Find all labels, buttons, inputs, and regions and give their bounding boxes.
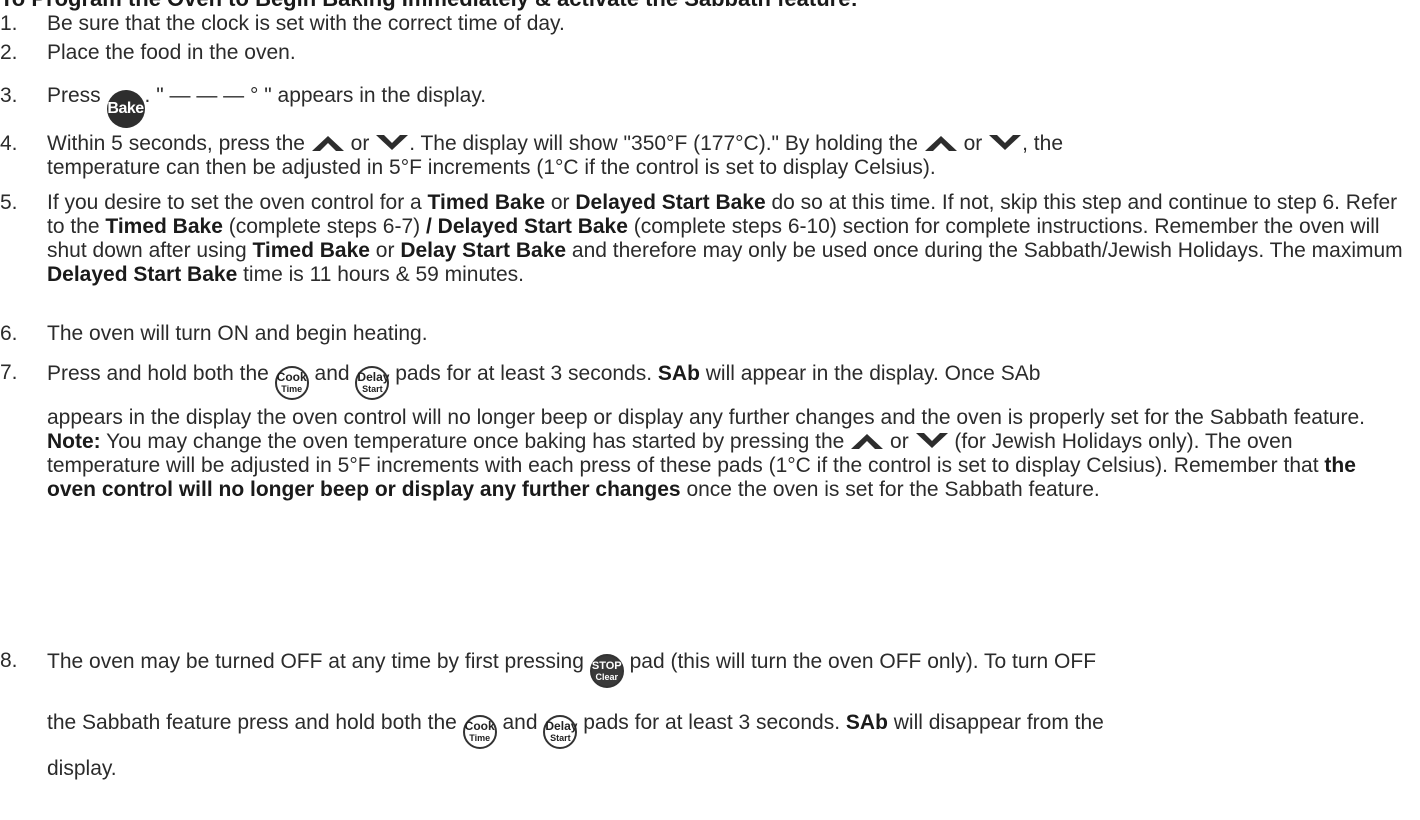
bake-pad-icon: Bake: [106, 90, 145, 128]
pad-label: Start: [362, 384, 383, 394]
step-number: 6.: [0, 322, 18, 345]
step-7-continuation: appears in the display the oven control …: [47, 406, 1365, 429]
text-run: the Sabbath feature press and hold both …: [47, 711, 457, 734]
text-run: or: [369, 239, 401, 262]
down-arrow-icon: [375, 134, 409, 152]
down-arrow-icon: [915, 432, 949, 450]
step-6: 6. The oven will turn ON and begin heati…: [0, 322, 1410, 346]
up-arrow-icon: [924, 134, 958, 152]
step-text-part: Press: [47, 84, 101, 107]
step-text: Place the food in the oven.: [47, 41, 296, 64]
step-text-part: temperature can then be adjusted in 5°F …: [47, 156, 936, 179]
step-number: 7.: [0, 361, 18, 384]
note-block: Note: You may change the oven temperatur…: [47, 430, 1410, 502]
cook-time-pad-icon: Cook Time: [462, 715, 497, 749]
text-run: The oven may be turned OFF at any time b…: [47, 650, 584, 673]
text-run: Press and hold both the: [47, 362, 269, 385]
step-1: 1. Be sure that the clock is set with th…: [0, 12, 1410, 36]
step-text-part: or: [350, 132, 370, 155]
step-text: The oven will turn ON and begin heating.: [47, 322, 428, 345]
step-3: 3. Press Bake. " — — — ° " appears in th…: [0, 84, 1410, 128]
text-run: (complete steps 6-7): [222, 215, 426, 238]
stop-clear-pad-icon: STOP Clear: [589, 654, 624, 688]
step-text: Within 5 seconds, press the or . The dis…: [47, 132, 1410, 180]
pad-label: STOP: [591, 660, 622, 672]
delay-start-pad-icon: Delay Start: [355, 366, 389, 400]
bold-term: / Delayed Start Bake: [425, 215, 628, 238]
text-run: or: [545, 191, 576, 214]
step-7-line: Press and hold both the Cook Time and Del…: [47, 353, 1410, 400]
bold-term: Delay Start Bake: [400, 239, 567, 262]
step-text-part: or: [963, 132, 983, 155]
text-run: pads for at least 3 seconds.: [395, 362, 653, 385]
down-arrow-icon: [988, 134, 1022, 152]
delay-start-pad-icon: Delay Start: [543, 715, 577, 749]
step-text: Be sure that the clock is set with the c…: [47, 12, 565, 35]
text-run: You may change the oven temperature once…: [106, 430, 845, 453]
step-5: 5. If you desire to set the oven control…: [0, 191, 1410, 287]
text-run: If you desire to set the oven control fo…: [47, 191, 428, 214]
text-run: or: [890, 430, 909, 453]
text-run: and therefore may only be used once duri…: [566, 239, 1403, 262]
text-run: time is 11 hours & 59 minutes.: [237, 263, 525, 286]
step-4: 4. Within 5 seconds, press the or . The …: [0, 132, 1410, 180]
pad-label: Time: [469, 733, 491, 743]
step-text-part: . " — — — ° " appears in the display.: [144, 84, 487, 107]
step-8-line: The oven may be turned OFF at any time b…: [47, 641, 1410, 688]
step-number: 5.: [0, 191, 18, 214]
step-text: Press Bake. " — — — ° " appears in the d…: [47, 84, 1410, 128]
pad-label: Start: [550, 733, 571, 743]
step-number: 3.: [0, 84, 18, 107]
step-text-part: Within 5 seconds, press the: [47, 132, 305, 155]
step-2: 2. Place the food in the oven.: [0, 41, 1410, 65]
text-run: once the oven is set for the Sabbath fea…: [686, 478, 1100, 501]
page-heading: To Program the Oven to Begin Baking Imme…: [0, 0, 858, 12]
step-7: 7. Press and hold both the Cook Time and …: [0, 361, 1410, 502]
instruction-page: To Program the Oven to Begin Baking Imme…: [0, 0, 1420, 820]
step-8-continuation: display.: [47, 757, 117, 780]
step-text: If you desire to set the oven control fo…: [47, 191, 1410, 287]
bold-term: Delayed Start Bake: [47, 263, 238, 286]
text-run: pads for at least 3 seconds.: [583, 711, 841, 734]
step-text-part: . The display will show "350°F (177°C)."…: [409, 132, 918, 155]
bold-term: SAb: [845, 711, 888, 734]
step-number: 1.: [0, 12, 18, 35]
bold-term: Timed Bake: [427, 191, 546, 214]
step-number: 8.: [0, 649, 18, 672]
pad-label: Time: [281, 384, 303, 394]
text-run: will disappear from the: [893, 711, 1104, 734]
step-text: The oven may be turned OFF at any time b…: [47, 641, 1410, 781]
pad-label: Clear: [595, 672, 618, 682]
up-arrow-icon: [311, 134, 345, 152]
note-label: Note:: [47, 430, 101, 453]
text-run: pad (this will turn the oven OFF only). …: [629, 650, 1097, 673]
bold-term: Timed Bake: [252, 239, 370, 262]
step-text-part: , the: [1022, 132, 1064, 155]
bold-term: Delayed Start Bake: [575, 191, 766, 214]
bold-term: SAb: [657, 362, 700, 385]
pad-label: Delay: [545, 719, 578, 733]
text-run: and: [314, 362, 350, 385]
step-number: 4.: [0, 132, 18, 155]
text-run: and: [502, 711, 538, 734]
pad-label: Delay: [357, 370, 390, 384]
step-number: 2.: [0, 41, 18, 64]
cook-time-pad-icon: Cook Time: [274, 366, 309, 400]
pad-label: Cook: [464, 719, 495, 733]
step-8-line: the Sabbath feature press and hold both …: [47, 702, 1410, 749]
pad-label: Cook: [276, 370, 307, 384]
step-8: 8. The oven may be turned OFF at any tim…: [0, 649, 1410, 781]
up-arrow-icon: [850, 432, 884, 450]
text-run: will appear in the display. Once SAb: [705, 362, 1041, 385]
bold-term: Timed Bake: [105, 215, 223, 238]
step-text: Press and hold both the Cook Time and Del…: [47, 353, 1410, 502]
